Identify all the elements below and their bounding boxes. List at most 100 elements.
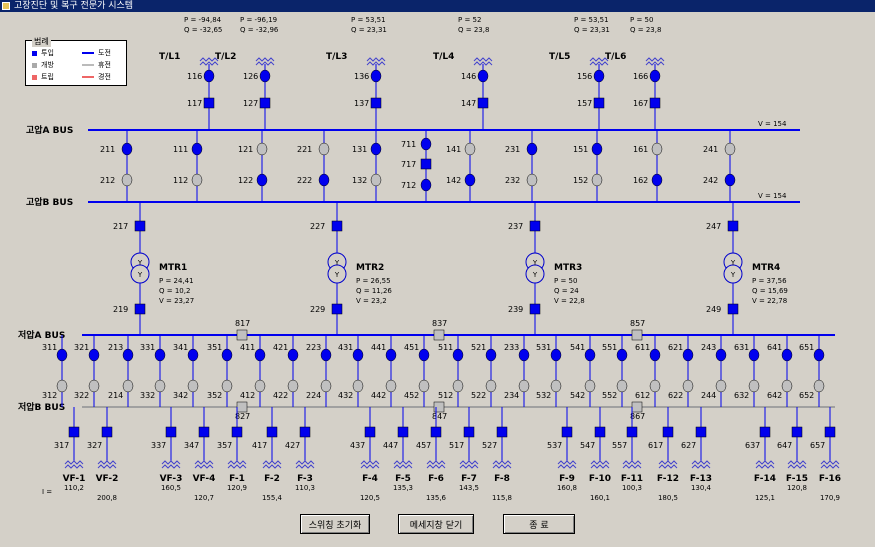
- feeder-switch[interactable]: [496, 426, 508, 438]
- lv-switch-circle[interactable]: [154, 379, 166, 393]
- transformer-lower-switch[interactable]: [727, 303, 739, 315]
- feeder-switch[interactable]: [662, 426, 674, 438]
- lv-tie-switch[interactable]: [236, 401, 248, 413]
- feeder-switch[interactable]: [165, 426, 177, 438]
- line-switch-circle[interactable]: [593, 69, 605, 83]
- feeder-switch[interactable]: [791, 426, 803, 438]
- lv-switch-circle[interactable]: [813, 348, 825, 362]
- lv-switch-circle[interactable]: [550, 379, 562, 393]
- feeder-switch[interactable]: [695, 426, 707, 438]
- lv-switch-circle[interactable]: [122, 379, 134, 393]
- bus-switch-circle[interactable]: [724, 173, 736, 187]
- feeder-switch[interactable]: [68, 426, 80, 438]
- line-switch-box[interactable]: [203, 97, 215, 109]
- line-switch-circle[interactable]: [259, 69, 271, 83]
- bus-switch-circle[interactable]: [121, 173, 133, 187]
- feeder-switch[interactable]: [101, 426, 113, 438]
- bus-switch-circle[interactable]: [651, 142, 663, 156]
- lv-switch-circle[interactable]: [254, 348, 266, 362]
- bus-switch-circle[interactable]: [724, 142, 736, 156]
- lv-switch-circle[interactable]: [122, 348, 134, 362]
- lv-switch-circle[interactable]: [485, 348, 497, 362]
- bus-switch-circle[interactable]: [318, 142, 330, 156]
- feeder-switch[interactable]: [430, 426, 442, 438]
- line-switch-box[interactable]: [370, 97, 382, 109]
- bus-switch-circle[interactable]: [591, 173, 603, 187]
- transformer-lower-switch[interactable]: [529, 303, 541, 315]
- feeder-switch[interactable]: [299, 426, 311, 438]
- lv-switch-circle[interactable]: [748, 379, 760, 393]
- lv-switch-circle[interactable]: [418, 379, 430, 393]
- transformer-upper-switch[interactable]: [529, 220, 541, 232]
- line-switch-circle[interactable]: [477, 69, 489, 83]
- lv-tie-switch[interactable]: [236, 329, 248, 341]
- lv-switch-circle[interactable]: [485, 379, 497, 393]
- lv-switch-circle[interactable]: [385, 348, 397, 362]
- bus-switch-circle[interactable]: [591, 142, 603, 156]
- bus-tie-switch-box[interactable]: [420, 158, 432, 170]
- lv-switch-circle[interactable]: [518, 379, 530, 393]
- feeder-switch[interactable]: [463, 426, 475, 438]
- lv-switch-circle[interactable]: [452, 348, 464, 362]
- line-switch-box[interactable]: [259, 97, 271, 109]
- line-switch-box[interactable]: [649, 97, 661, 109]
- bus-switch-circle[interactable]: [256, 173, 268, 187]
- transformer-lower-switch[interactable]: [331, 303, 343, 315]
- lv-switch-circle[interactable]: [813, 379, 825, 393]
- feeder-switch[interactable]: [561, 426, 573, 438]
- reset-switching-button[interactable]: 스위칭 초기화: [300, 514, 370, 534]
- lv-switch-circle[interactable]: [154, 348, 166, 362]
- lv-switch-circle[interactable]: [56, 348, 68, 362]
- bus-tie-switch-circle[interactable]: [420, 178, 432, 192]
- lv-switch-circle[interactable]: [221, 379, 233, 393]
- bus-switch-circle[interactable]: [191, 142, 203, 156]
- feeder-switch[interactable]: [397, 426, 409, 438]
- bus-switch-circle[interactable]: [464, 142, 476, 156]
- transformer-upper-switch[interactable]: [331, 220, 343, 232]
- bus-tie-switch-circle[interactable]: [420, 137, 432, 151]
- line-switch-box[interactable]: [593, 97, 605, 109]
- line-switch-circle[interactable]: [649, 69, 661, 83]
- lv-switch-circle[interactable]: [352, 348, 364, 362]
- bus-switch-circle[interactable]: [464, 173, 476, 187]
- lv-tie-switch[interactable]: [433, 329, 445, 341]
- transformer-lower-switch[interactable]: [134, 303, 146, 315]
- lv-switch-circle[interactable]: [385, 379, 397, 393]
- lv-switch-circle[interactable]: [287, 348, 299, 362]
- lv-tie-switch[interactable]: [631, 329, 643, 341]
- lv-switch-circle[interactable]: [221, 348, 233, 362]
- close-message-button[interactable]: 메세지창 닫기: [398, 514, 474, 534]
- bus-switch-circle[interactable]: [526, 173, 538, 187]
- bus-switch-circle[interactable]: [256, 142, 268, 156]
- lv-switch-circle[interactable]: [418, 348, 430, 362]
- lv-switch-circle[interactable]: [254, 379, 266, 393]
- line-switch-box[interactable]: [477, 97, 489, 109]
- lv-switch-circle[interactable]: [715, 379, 727, 393]
- lv-switch-circle[interactable]: [781, 379, 793, 393]
- lv-tie-switch[interactable]: [631, 401, 643, 413]
- transformer-upper-switch[interactable]: [727, 220, 739, 232]
- line-switch-circle[interactable]: [370, 69, 382, 83]
- exit-button[interactable]: 종 료: [503, 514, 575, 534]
- lv-switch-circle[interactable]: [781, 348, 793, 362]
- lv-switch-circle[interactable]: [616, 379, 628, 393]
- lv-switch-circle[interactable]: [352, 379, 364, 393]
- lv-switch-circle[interactable]: [682, 379, 694, 393]
- bus-switch-circle[interactable]: [318, 173, 330, 187]
- line-switch-circle[interactable]: [203, 69, 215, 83]
- feeder-switch[interactable]: [266, 426, 278, 438]
- feeder-switch[interactable]: [364, 426, 376, 438]
- bus-switch-circle[interactable]: [121, 142, 133, 156]
- lv-switch-circle[interactable]: [748, 348, 760, 362]
- lv-switch-circle[interactable]: [682, 348, 694, 362]
- lv-switch-circle[interactable]: [584, 348, 596, 362]
- feeder-switch[interactable]: [824, 426, 836, 438]
- lv-switch-circle[interactable]: [452, 379, 464, 393]
- feeder-switch[interactable]: [594, 426, 606, 438]
- lv-switch-circle[interactable]: [550, 348, 562, 362]
- feeder-switch[interactable]: [759, 426, 771, 438]
- bus-switch-circle[interactable]: [191, 173, 203, 187]
- lv-switch-circle[interactable]: [187, 348, 199, 362]
- feeder-switch[interactable]: [198, 426, 210, 438]
- bus-switch-circle[interactable]: [526, 142, 538, 156]
